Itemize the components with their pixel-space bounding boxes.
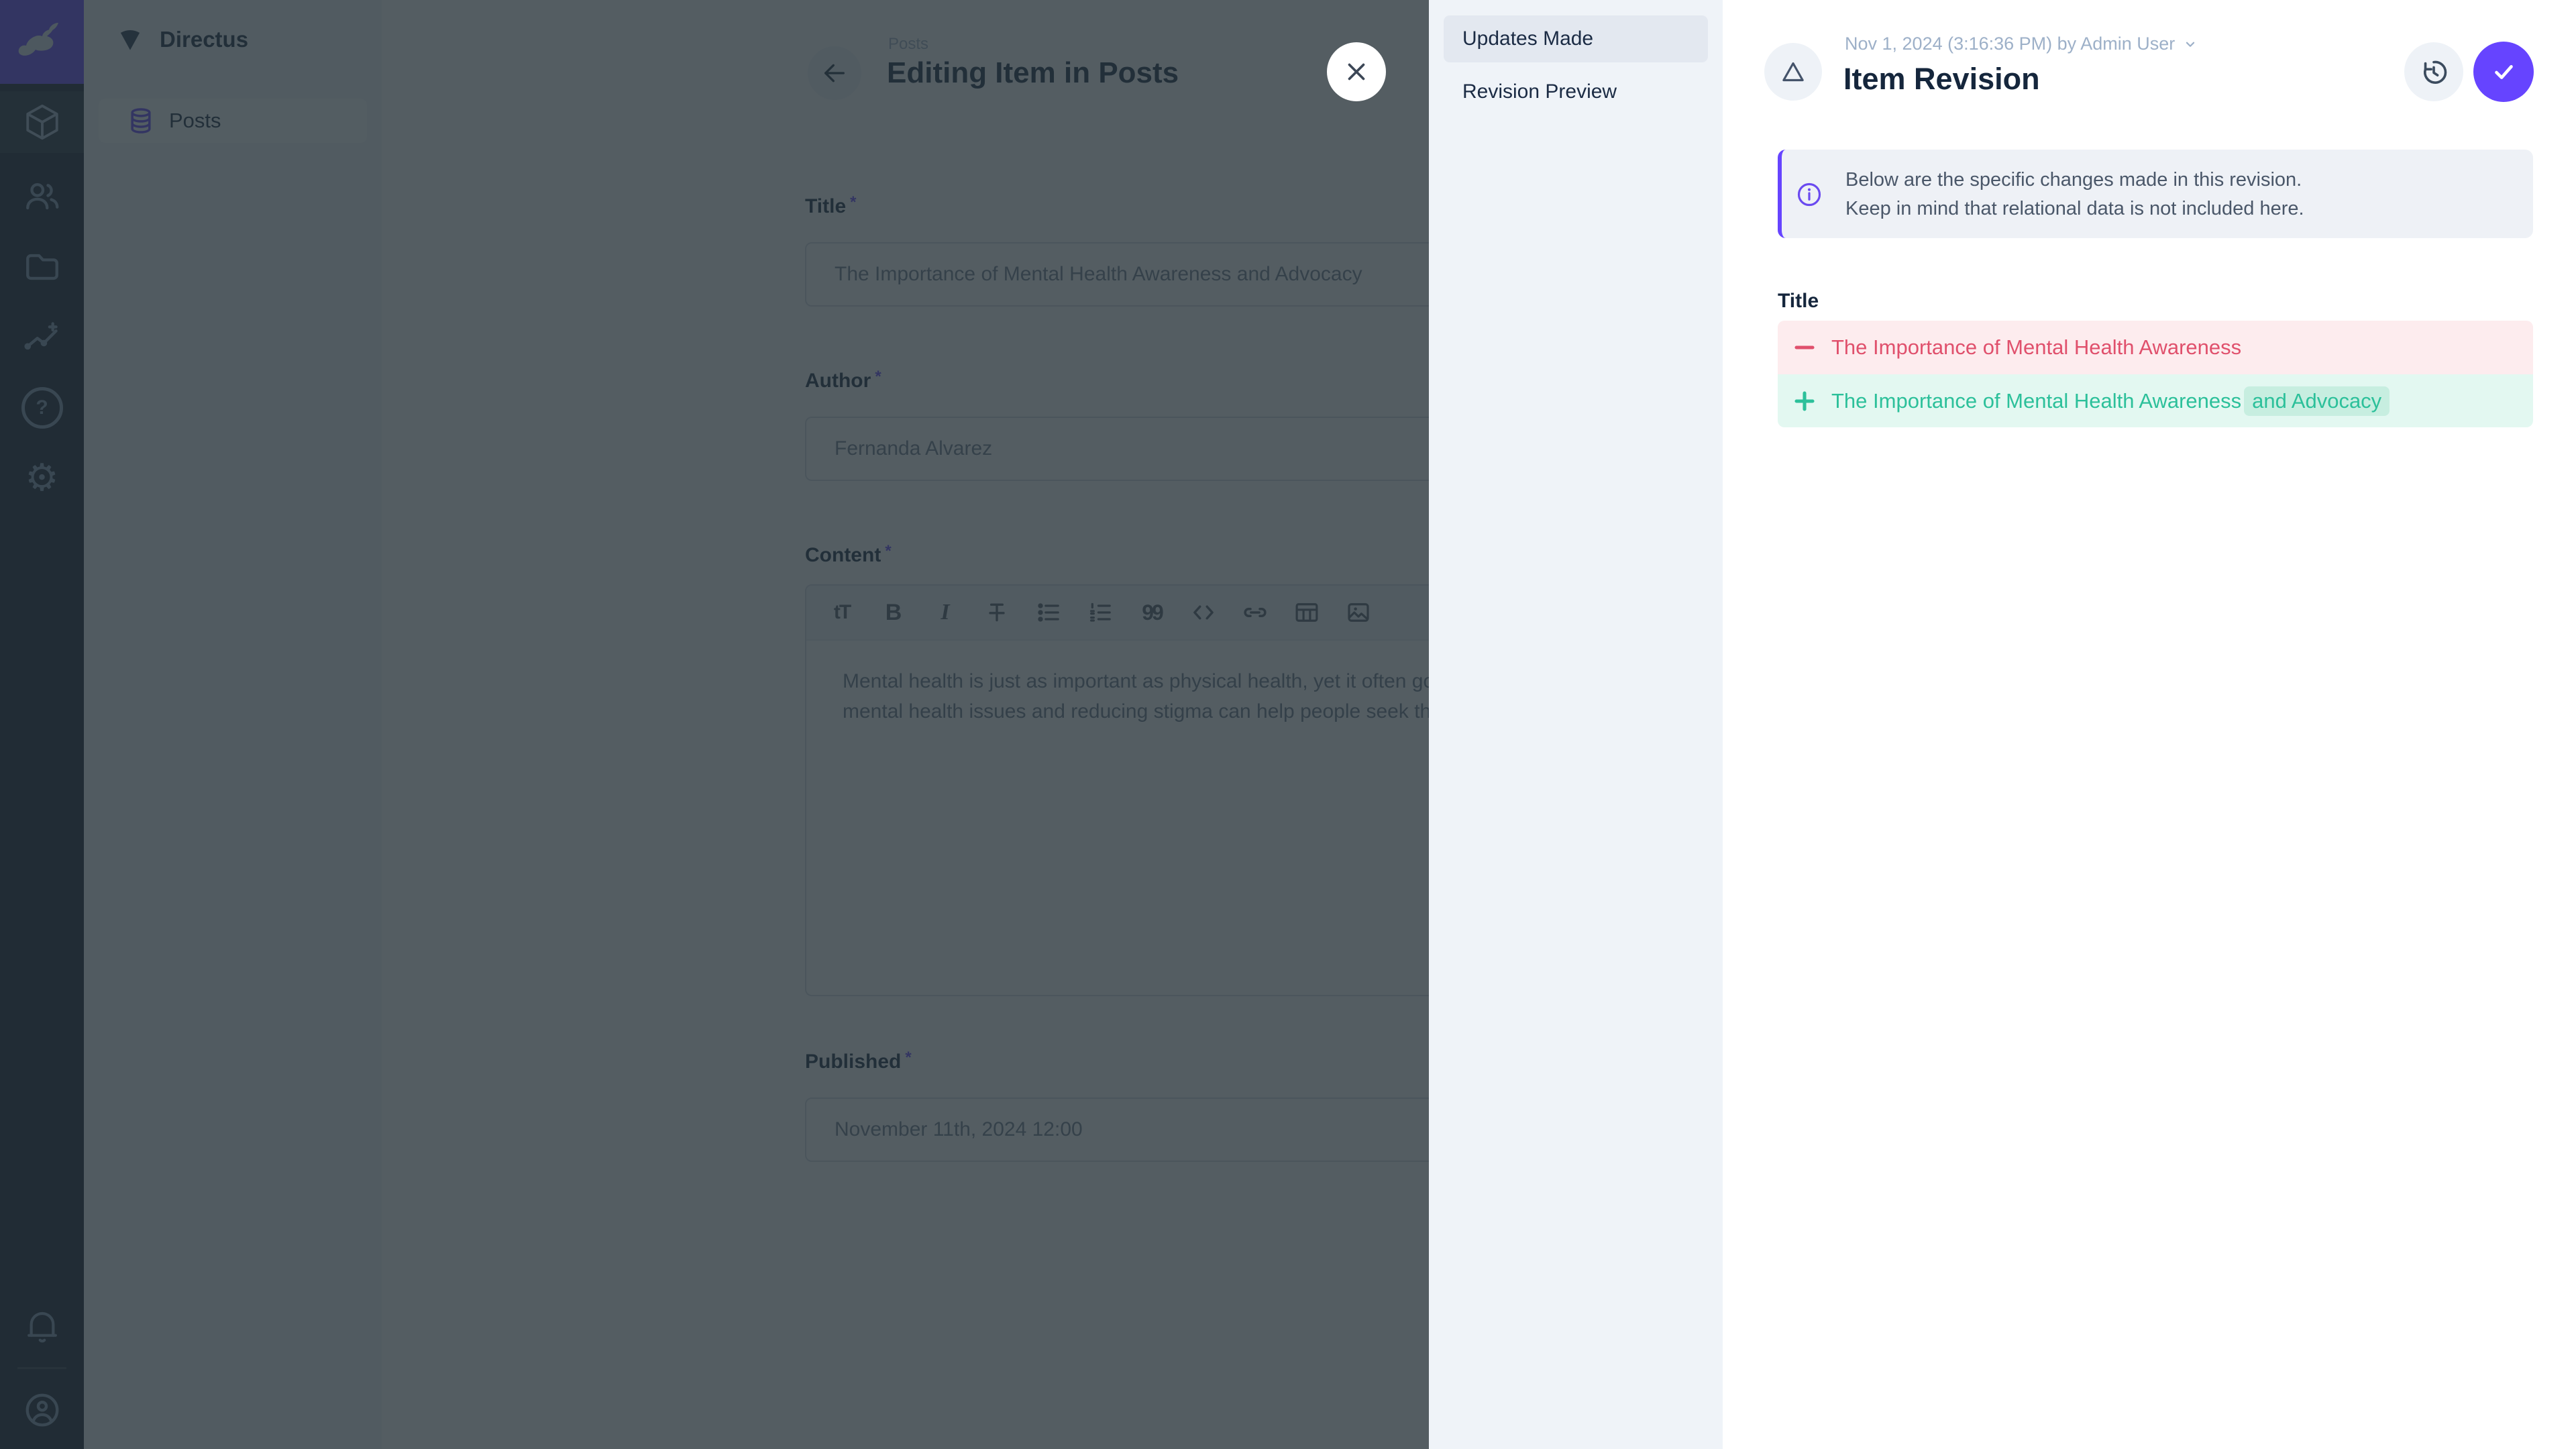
diff-added-row: The Importance of Mental Health Awarenes… — [1778, 374, 2533, 427]
drawer-title: Item Revision — [1843, 62, 2040, 97]
close-icon — [1342, 58, 1371, 86]
drawer-overlay[interactable] — [0, 0, 1429, 1449]
chevron-down-icon — [2183, 37, 2198, 52]
accept-button[interactable] — [2473, 42, 2534, 102]
close-drawer-button[interactable] — [1327, 42, 1386, 101]
diff-removed-text: The Importance of Mental Health Awarenes… — [1831, 335, 2241, 360]
info-icon — [1796, 181, 1823, 208]
revision-meta-dropdown[interactable]: Nov 1, 2024 (3:16:36 PM) by Admin User — [1845, 34, 2198, 54]
revision-icon-button — [1764, 43, 1822, 101]
drawer-navigation: Updates Made Revision Preview — [1429, 0, 1723, 1449]
check-icon — [2488, 56, 2519, 87]
restore-revision-button[interactable] — [2404, 42, 2463, 101]
diff-added-text: The Importance of Mental Health Awarenes… — [1831, 389, 2241, 413]
diff-field-label: Title — [1778, 290, 1819, 313]
notice-text: Below are the specific changes made in t… — [1845, 166, 2304, 223]
delta-triangle-icon — [1780, 58, 1807, 85]
drawer-nav-revision-preview[interactable]: Revision Preview — [1444, 68, 1708, 115]
revision-notice: Below are the specific changes made in t… — [1778, 150, 2533, 238]
diff-removed-row: The Importance of Mental Health Awarenes… — [1778, 321, 2533, 374]
drawer-nav-updates-made[interactable]: Updates Made — [1444, 15, 1708, 62]
plus-icon — [1786, 389, 1823, 413]
minus-icon — [1786, 335, 1823, 360]
revision-meta: Nov 1, 2024 (3:16:36 PM) by Admin User — [1845, 34, 2175, 54]
diff-added-highlight: and Advocacy — [2244, 386, 2390, 416]
history-restore-icon — [2418, 56, 2449, 87]
